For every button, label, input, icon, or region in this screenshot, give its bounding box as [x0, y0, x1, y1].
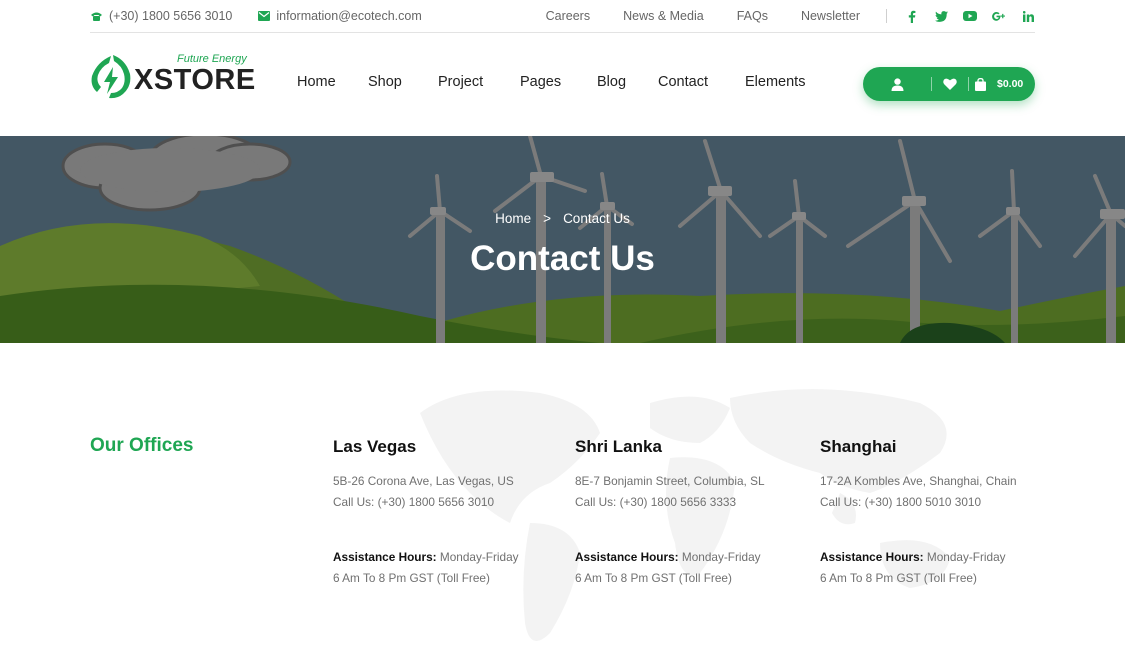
office-hours-days: Monday-Friday: [681, 550, 761, 564]
office-address: 5B-26 Corona Ave, Las Vegas, US: [333, 474, 514, 488]
facebook-icon[interactable]: [905, 9, 919, 23]
shopping-bag-icon[interactable]: [969, 77, 991, 91]
office-city: Shanghai: [820, 437, 897, 456]
nav-elements[interactable]: Elements: [745, 74, 805, 90]
topbar-link-faqs[interactable]: FAQs: [737, 9, 768, 23]
social-links: [905, 9, 1035, 23]
top-bar: (+30) 1800 5656 3010 information@ecotech…: [90, 0, 1035, 33]
office-city: Las Vegas: [333, 437, 417, 456]
google-plus-icon[interactable]: [992, 9, 1006, 23]
nav-project[interactable]: Project: [438, 74, 520, 90]
topbar-link-careers[interactable]: Careers: [546, 9, 590, 23]
topbar-email-text: information@ecotech.com: [276, 9, 422, 23]
topbar-links: Careers News & Media FAQs Newsletter: [546, 9, 860, 23]
office-hours-time: 6 Am To 8 Pm GST (Toll Free): [575, 571, 732, 585]
nav-shop[interactable]: Shop: [368, 74, 438, 90]
breadcrumb-separator: >: [543, 211, 552, 226]
nav-contact[interactable]: Contact: [658, 74, 745, 90]
office-hours-label: Assistance Hours:: [820, 550, 924, 564]
office-hours: Assistance Hours: Monday-Friday: [575, 547, 805, 568]
office-address: 17-2A Kombles Ave, Shanghai, Chain: [820, 474, 1017, 488]
office-hours-label: Assistance Hours:: [575, 550, 679, 564]
topbar-phone[interactable]: (+30) 1800 5656 3010: [90, 9, 232, 23]
office-address: 8E-7 Bonjamin Street, Columbia, SL: [575, 474, 765, 488]
offices-section: Our Offices Las Vegas 5B-26 Corona Ave, …: [0, 343, 1125, 662]
topbar-link-newsletter[interactable]: Newsletter: [801, 9, 860, 23]
site-logo[interactable]: Future Energy XSTORE: [89, 52, 256, 100]
breadcrumb-current: Contact Us: [563, 211, 630, 226]
breadcrumb: Home > Contact Us: [0, 211, 1125, 226]
topbar-email[interactable]: information@ecotech.com: [258, 9, 422, 23]
logo-brand: XSTORE: [134, 64, 256, 96]
office-hours-label: Assistance Hours:: [333, 550, 437, 564]
topbar-phone-text: (+30) 1800 5656 3010: [109, 9, 233, 23]
office-city: Shri Lanka: [575, 437, 662, 456]
mail-icon: [258, 11, 271, 21]
nav-home[interactable]: Home: [297, 74, 368, 90]
office-hours-days: Monday-Friday: [926, 550, 1006, 564]
office-hours: Assistance Hours: Monday-Friday: [333, 547, 563, 568]
office-card-shri-lanka: Shri Lanka 8E-7 Bonjamin Street, Columbi…: [575, 437, 805, 589]
youtube-icon[interactable]: [963, 9, 977, 23]
office-hours: Assistance Hours: Monday-Friday: [820, 547, 1050, 568]
office-hours-time: 6 Am To 8 Pm GST (Toll Free): [333, 571, 490, 585]
office-hours-time: 6 Am To 8 Pm GST (Toll Free): [820, 571, 977, 585]
wishlist-heart-icon[interactable]: [932, 78, 968, 90]
cart-total[interactable]: $0.00: [997, 78, 1023, 90]
nav-pages[interactable]: Pages: [520, 74, 597, 90]
page-hero: Home > Contact Us Contact Us: [0, 136, 1125, 343]
topbar-link-news-media[interactable]: News & Media: [623, 9, 704, 23]
office-phone[interactable]: Call Us: (+30) 1800 5656 3333: [575, 492, 805, 513]
phone-icon: [91, 12, 102, 21]
office-card-las-vegas: Las Vegas 5B-26 Corona Ave, Las Vegas, U…: [333, 437, 563, 589]
topbar-divider: [886, 9, 887, 23]
header-actions: $0.00: [863, 67, 1035, 101]
nav-blog[interactable]: Blog: [597, 74, 658, 90]
office-hours-days: Monday-Friday: [439, 550, 519, 564]
office-card-shanghai: Shanghai 17-2A Kombles Ave, Shanghai, Ch…: [820, 437, 1050, 589]
breadcrumb-home[interactable]: Home: [495, 211, 531, 226]
leaf-bolt-logo-icon: [91, 55, 131, 99]
user-account-icon[interactable]: [863, 77, 931, 91]
office-phone[interactable]: Call Us: (+30) 1800 5656 3010: [333, 492, 563, 513]
office-phone[interactable]: Call Us: (+30) 1800 5010 3010: [820, 492, 1050, 513]
offices-section-title: Our Offices: [90, 435, 194, 456]
linkedin-icon[interactable]: [1021, 9, 1035, 23]
page-title: Contact Us: [470, 239, 655, 278]
twitter-icon[interactable]: [934, 9, 948, 23]
main-nav: Home Shop Project Pages Blog Contact Ele…: [297, 74, 805, 90]
